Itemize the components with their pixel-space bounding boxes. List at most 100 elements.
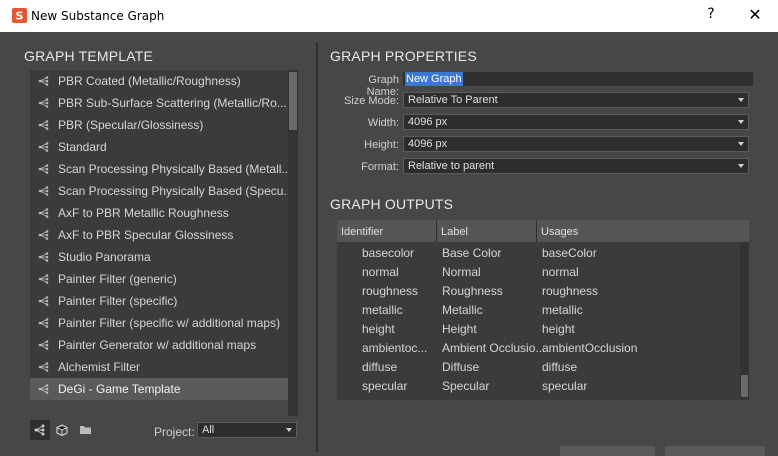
graph-template-icon — [38, 76, 49, 86]
output-row[interactable]: diffuse Diffuse diffuse — [337, 360, 740, 379]
output-label: Base Color — [442, 246, 502, 260]
folder-button[interactable] — [76, 420, 96, 440]
width-dropdown[interactable]: 4096 px — [403, 114, 749, 130]
graph-template-icon — [38, 208, 49, 218]
template-list-scroll-thumb[interactable] — [289, 72, 297, 130]
template-item-label: Scan Processing Physically Based (Metall… — [58, 162, 288, 176]
output-row[interactable]: height Height height — [337, 322, 740, 341]
ok-button[interactable] — [560, 446, 655, 456]
template-item-label: Painter Generator w/ additional maps — [58, 338, 257, 352]
graph-name-field[interactable]: New Graph — [403, 72, 753, 86]
template-item[interactable]: Studio Panorama — [30, 246, 288, 268]
output-identifier: basecolor — [362, 246, 415, 260]
size-mode-dropdown[interactable]: Relative To Parent — [403, 92, 749, 108]
output-usage: ambientOcclusion — [542, 341, 638, 355]
height-dropdown[interactable]: 4096 px — [403, 136, 749, 152]
graph-view-icon — [34, 424, 45, 436]
width-value: 4096 px — [408, 116, 448, 128]
output-row[interactable]: basecolor Base Color baseColor — [337, 246, 740, 265]
cube-button[interactable] — [52, 420, 72, 440]
template-item[interactable]: AxF to PBR Metallic Roughness — [30, 202, 288, 224]
template-item-label: Alchemist Filter — [58, 360, 141, 374]
template-item[interactable]: Painter Generator w/ additional maps — [30, 334, 288, 356]
output-label: Metallic — [442, 303, 483, 317]
project-dropdown-value: All — [202, 424, 215, 436]
output-identifier: height — [362, 322, 395, 336]
outputs-scrollbar[interactable] — [740, 242, 749, 400]
graph-template-icon — [38, 296, 49, 306]
output-label: Ambient Occlusio... — [442, 341, 546, 355]
column-header-identifier[interactable]: Identifier — [337, 220, 437, 242]
output-usage: normal — [542, 265, 579, 279]
chevron-down-icon — [738, 142, 744, 146]
template-panel: GRAPH TEMPLATE PBR Coated (Metallic/Roug… — [0, 32, 310, 456]
template-item[interactable]: Standard — [30, 136, 288, 158]
output-row[interactable]: roughness Roughness roughness — [337, 284, 740, 303]
template-item[interactable]: Scan Processing Physically Based (Specu.… — [30, 180, 288, 202]
output-identifier: normal — [362, 265, 399, 279]
template-item[interactable]: AxF to PBR Specular Glossiness — [30, 224, 288, 246]
format-label: Format: — [361, 161, 399, 173]
column-header-label[interactable]: Label — [437, 220, 537, 242]
output-usage: roughness — [542, 284, 599, 298]
help-button[interactable]: ? — [700, 6, 722, 26]
outputs-title: GRAPH OUTPUTS — [330, 196, 454, 212]
template-item-label: DeGi - Game Template — [58, 382, 181, 396]
graph-view-button[interactable] — [30, 420, 50, 440]
graph-template-icon — [38, 120, 49, 130]
output-identifier: ambientoc... — [362, 341, 428, 355]
output-row[interactable]: ambientoc... Ambient Occlusio... ambientOc… — [337, 341, 740, 360]
output-row[interactable]: metallic Metallic metallic — [337, 303, 740, 322]
template-item-label: Scan Processing Physically Based (Specu.… — [58, 184, 288, 198]
template-item[interactable]: PBR (Specular/Glossiness) — [30, 114, 288, 136]
template-item-label: AxF to PBR Metallic Roughness — [58, 206, 229, 220]
window-title: New Substance Graph — [31, 9, 165, 23]
output-label: Roughness — [442, 284, 503, 298]
folder-icon — [80, 426, 91, 434]
graph-template-icon — [38, 384, 49, 394]
output-usage: height — [542, 322, 575, 336]
output-identifier: diffuse — [362, 360, 398, 374]
template-item-label: PBR Coated (Metallic/Roughness) — [58, 74, 241, 88]
template-item[interactable]: DeGi - Game Template — [30, 378, 288, 400]
template-list[interactable]: PBR Coated (Metallic/Roughness) PBR Sub-S… — [30, 70, 288, 400]
graph-template-icon — [38, 362, 49, 372]
template-item[interactable]: PBR Sub-Surface Scattering (Metallic/Ro.… — [30, 92, 288, 114]
format-dropdown[interactable]: Relative to parent — [403, 158, 749, 174]
output-identifier: metallic — [362, 303, 403, 317]
outputs-scroll-thumb[interactable] — [741, 375, 748, 397]
graph-template-icon — [38, 98, 49, 108]
template-item-label: PBR (Specular/Glossiness) — [58, 118, 204, 132]
cancel-button[interactable] — [665, 446, 765, 456]
close-button[interactable]: ✕ — [740, 5, 770, 27]
substance-app-icon: S — [12, 8, 27, 23]
title-bar: S New Substance Graph ? ✕ — [0, 0, 778, 32]
size-mode-value: Relative To Parent — [408, 94, 498, 106]
output-row[interactable]: normal Normal normal — [337, 265, 740, 284]
project-dropdown[interactable]: All — [197, 422, 297, 438]
project-label: Project: — [154, 425, 195, 439]
graph-template-icon — [38, 274, 49, 284]
properties-title: GRAPH PROPERTIES — [330, 48, 477, 64]
width-label: Width: — [367, 117, 399, 129]
chevron-down-icon — [286, 428, 292, 432]
template-list-scrollbar[interactable] — [288, 70, 298, 416]
template-item-label: Painter Filter (specific w/ additional m… — [58, 316, 281, 330]
graph-template-icon — [38, 318, 49, 328]
graph-template-icon — [38, 252, 49, 262]
template-item[interactable]: Alchemist Filter — [30, 356, 288, 378]
column-header-usages[interactable]: Usages — [537, 220, 749, 242]
output-usage: metallic — [542, 303, 583, 317]
template-item[interactable]: Painter Filter (specific w/ additional m… — [30, 312, 288, 334]
template-item[interactable]: Painter Filter (specific) — [30, 290, 288, 312]
output-row[interactable]: specular Specular specular — [337, 379, 740, 398]
template-item[interactable]: Scan Processing Physically Based (Metall… — [30, 158, 288, 180]
graph-name-value: New Graph — [405, 72, 463, 86]
cube-icon — [56, 424, 68, 437]
graph-template-icon — [38, 142, 49, 152]
template-item[interactable]: Painter Filter (generic) — [30, 268, 288, 290]
format-value: Relative to parent — [408, 160, 495, 172]
size-mode-label: Size Mode: — [343, 95, 399, 107]
output-identifier: specular — [362, 379, 408, 393]
template-item[interactable]: PBR Coated (Metallic/Roughness) — [30, 70, 288, 92]
